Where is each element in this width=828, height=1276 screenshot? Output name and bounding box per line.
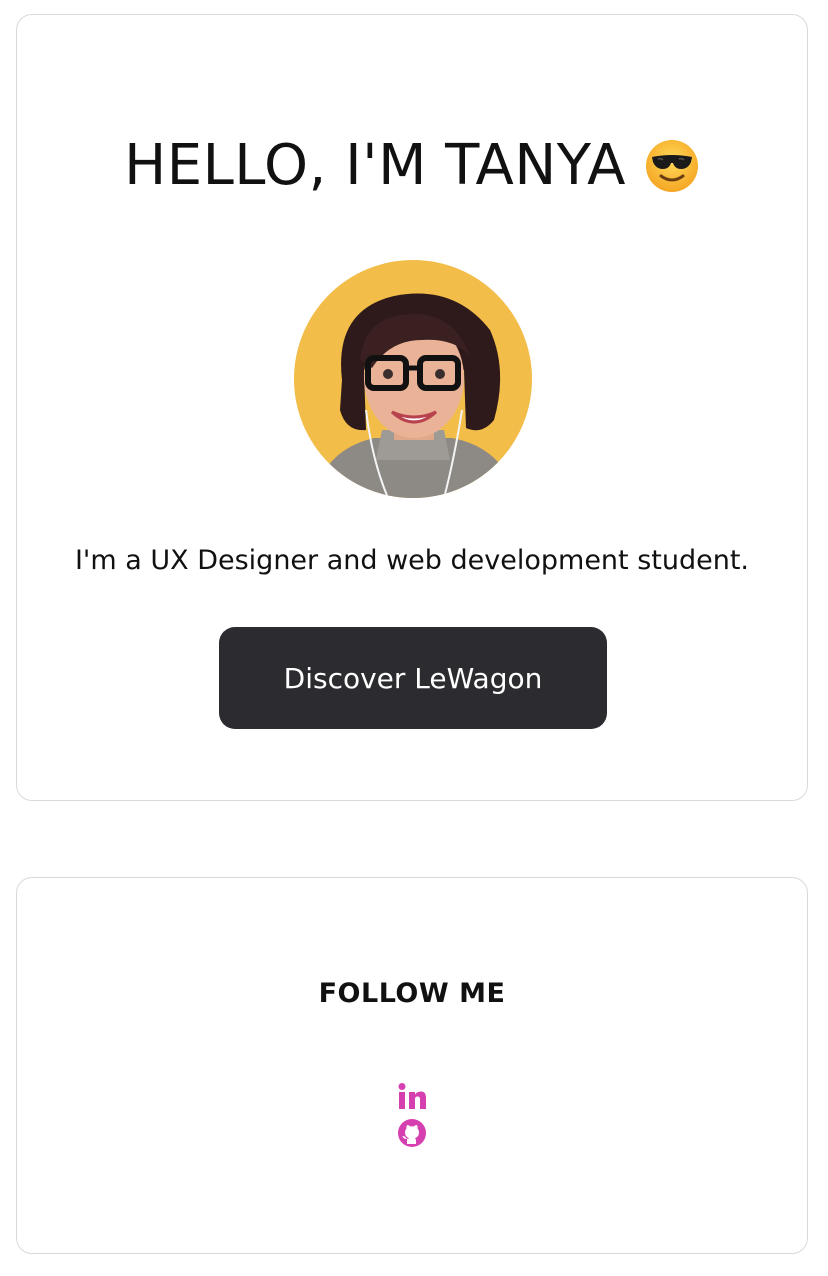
sunglasses-face-icon [644, 138, 700, 194]
github-icon[interactable] [397, 1118, 427, 1148]
follow-card: FOLLOW ME [16, 877, 808, 1254]
page-title-text: HELLO, I'M TANYA [124, 133, 626, 198]
follow-title: FOLLOW ME [318, 978, 506, 1009]
intro-card: HELLO, I'M TANYA I'm a UX Designer and w… [16, 14, 808, 801]
social-links [17, 1082, 807, 1148]
discover-lewagon-button[interactable]: Discover LeWagon [219, 627, 607, 729]
tagline: I'm a UX Designer and web development st… [74, 545, 750, 576]
page-title: HELLO, I'M TANYA [17, 133, 807, 198]
linkedin-icon[interactable] [397, 1082, 427, 1112]
avatar [294, 260, 532, 498]
